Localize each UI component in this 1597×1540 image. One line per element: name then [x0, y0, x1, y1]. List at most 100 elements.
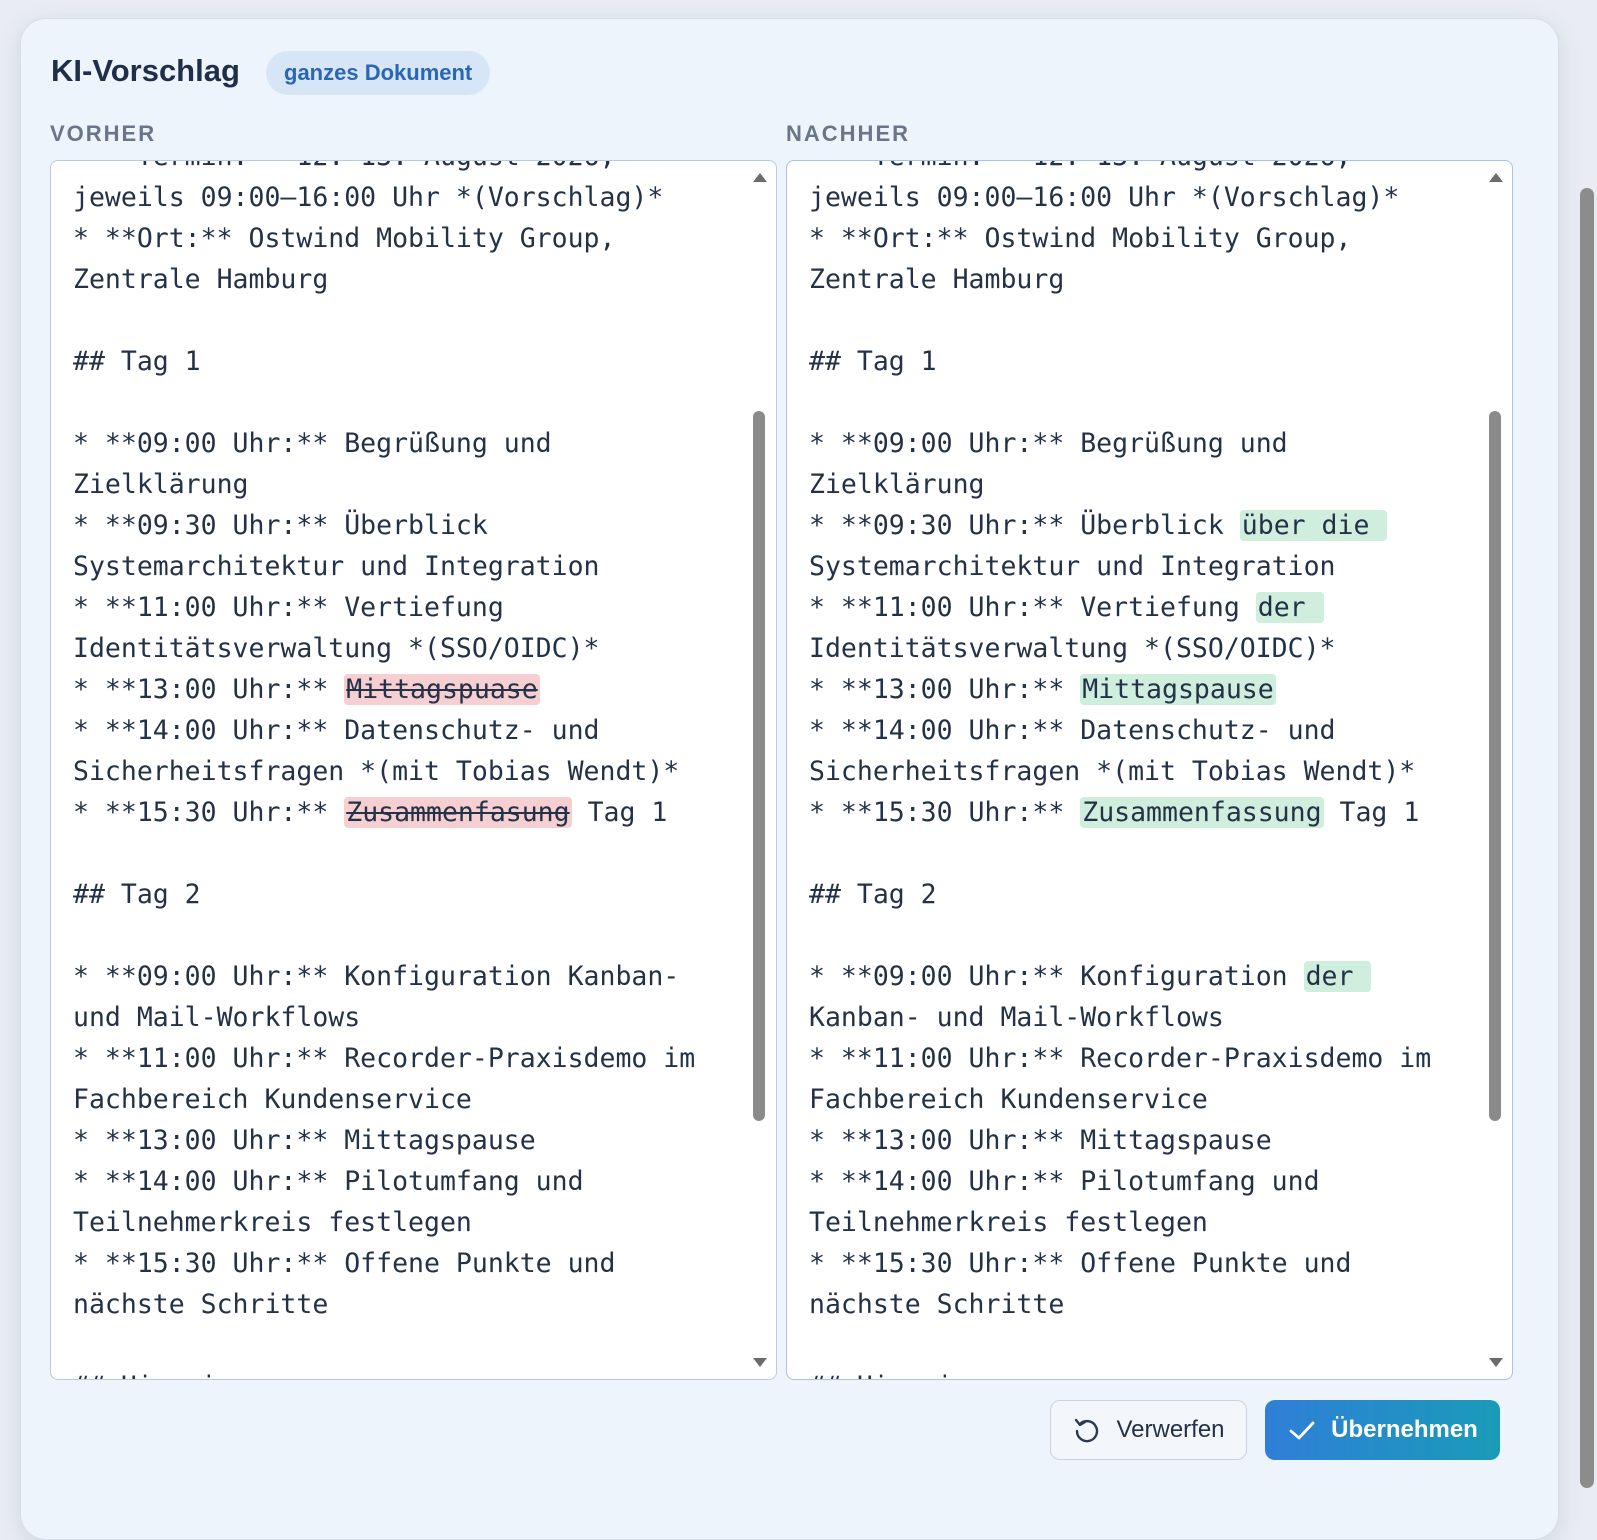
line-text: Sicherheitsfragen *(mit Tobias Wendt)* [809, 756, 1416, 787]
check-icon [1287, 1415, 1317, 1445]
line-text: Teilnehmerkreis festlegen [809, 1207, 1208, 1238]
text-line: ## Tag 1 [809, 341, 1470, 382]
line-text: ## Tag 2 [73, 879, 201, 910]
text-line: Teilnehmerkreis festlegen [809, 1202, 1470, 1243]
line-text: * **13:00 Uhr:** Mittagspause [73, 1125, 536, 1156]
line-text: und Mail-Workflows [73, 1002, 361, 1033]
text-line: * **11:00 Uhr:** Vertiefung der [809, 587, 1470, 628]
text-line: * **11:00 Uhr:** Recorder-Praxisdemo im [73, 1038, 734, 1079]
after-panel[interactable]: Termin: 12.–13. August 2026, jeweils 09:0… [786, 160, 1513, 1380]
line-text: Teilnehmerkreis festlegen [73, 1207, 472, 1238]
text-line: Sicherheitsfragen *(mit Tobias Wendt)* [73, 751, 734, 792]
text-line: * **09:00 Uhr:** Begrüßung und [73, 423, 734, 464]
discard-label: Verwerfen [1116, 1416, 1225, 1443]
text-line: * **13:00 Uhr:** Mittagspause [809, 1120, 1470, 1161]
scroll-up-arrow[interactable] [1489, 173, 1503, 182]
scroll-down-arrow[interactable] [1489, 1358, 1503, 1367]
line-text: * **09:00 Uhr:** Konfiguration Kanban- [73, 961, 680, 992]
line-text: * **15:30 Uhr:** Offene Punkte und [73, 1248, 616, 1279]
line-text: * **Ort:** Ostwind Mobility Group, [73, 223, 616, 254]
text-line: * **09:00 Uhr:** Konfiguration Kanban- [73, 956, 734, 997]
apply-label: Übernehmen [1331, 1416, 1478, 1443]
line-text: * **15:30 Uhr:** [73, 797, 345, 828]
line-text: * **15:30 Uhr:** Offene Punkte und [809, 1248, 1352, 1279]
text-line [809, 382, 1470, 423]
line-text: Sicherheitsfragen *(mit Tobias Wendt)* [73, 756, 680, 787]
inserted-text: der [1303, 961, 1372, 992]
text-line [73, 382, 734, 423]
line-text: * **14:00 Uhr:** Pilotumfang und [73, 1166, 584, 1197]
line-text: * **13:00 Uhr:** Mittagspause [809, 1125, 1272, 1156]
line-text: jeweils 09:00–16:00 Uhr *(Vorschlag)* [73, 182, 664, 213]
line-text: nächste Schritte [73, 1289, 329, 1320]
text-line [809, 833, 1470, 874]
text-line: * **15:30 Uhr:** Offene Punkte und [809, 1243, 1470, 1284]
line-text: Systemarchitektur und Integration [809, 551, 1336, 582]
inserted-text: Zusammenfassung [1080, 797, 1324, 828]
dialog-title: KI-Vorschlag [51, 53, 240, 88]
text-line: * **11:00 Uhr:** Recorder-Praxisdemo im [809, 1038, 1470, 1079]
line-text: * **11:00 Uhr:** Vertiefung [809, 592, 1256, 623]
text-line [809, 300, 1470, 341]
scrollbar-thumb[interactable] [753, 411, 765, 1121]
text-line: * **14:00 Uhr:** Pilotumfang und [73, 1161, 734, 1202]
inserted-text: der [1255, 592, 1324, 623]
text-line: * **Ort:** Ostwind Mobility Group, [809, 218, 1470, 259]
text-line: Zielklärung [73, 464, 734, 505]
line-text: Termin: 12.–13. August 2026, [809, 161, 1352, 172]
line-text: Kanban- und Mail-Workflows [809, 1002, 1224, 1033]
line-text: * **11:00 Uhr:** Recorder-Praxisdemo im [809, 1043, 1432, 1074]
line-text: ## Tag 1 [73, 346, 201, 377]
apply-button[interactable]: Übernehmen [1265, 1400, 1500, 1460]
text-line: * **15:30 Uhr:** Zusammenfassung Tag 1 [809, 792, 1470, 833]
text-line: ## Tag 2 [809, 874, 1470, 915]
text-line: * **13:00 Uhr:** Mittagspause [73, 1120, 734, 1161]
scroll-down-arrow[interactable] [753, 1358, 767, 1367]
line-text: Identitätsverwaltung *(SSO/OIDC)* [73, 633, 600, 664]
line-text: * **09:00 Uhr:** Konfiguration [809, 961, 1304, 992]
line-text: Tag 1 [1323, 797, 1420, 828]
ai-suggestion-dialog: KI-Vorschlag ganzes Dokument VORHER NACH… [20, 18, 1559, 1540]
line-text: Zielklärung [809, 469, 985, 500]
text-line: * **14:00 Uhr:** Datenschutz- und [73, 710, 734, 751]
line-text: * **15:30 Uhr:** [809, 797, 1081, 828]
line-text: Systemarchitektur und Integration [73, 551, 600, 582]
text-line [73, 300, 734, 341]
before-text: Termin: 12.–13. August 2026, jeweils 09:0… [73, 161, 734, 1379]
text-line: Zentrale Hamburg [73, 259, 734, 300]
line-text: * **11:00 Uhr:** Vertiefung [73, 592, 504, 623]
line-text: * **09:00 Uhr:** Begrüßung und [73, 428, 552, 459]
before-panel[interactable]: Termin: 12.–13. August 2026, jeweils 09:0… [50, 160, 777, 1380]
after-text: Termin: 12.–13. August 2026, jeweils 09:0… [809, 161, 1470, 1379]
text-line: * **Ort:** Ostwind Mobility Group, [73, 218, 734, 259]
text-line: Zielklärung [809, 464, 1470, 505]
text-line: * **11:00 Uhr:** Vertiefung [73, 587, 734, 628]
scroll-up-arrow[interactable] [753, 173, 767, 182]
text-line: Identitätsverwaltung *(SSO/OIDC)* [809, 628, 1470, 669]
text-line: Termin: 12.–13. August 2026, [809, 161, 1470, 177]
line-text: * **09:30 Uhr:** Überblick [73, 510, 488, 541]
text-line: ## Tag 2 [73, 874, 734, 915]
line-text: * **11:00 Uhr:** Recorder-Praxisdemo im [73, 1043, 696, 1074]
text-line: * **09:00 Uhr:** Begrüßung und [809, 423, 1470, 464]
discard-button[interactable]: Verwerfen [1050, 1400, 1247, 1460]
text-line: Zentrale Hamburg [809, 259, 1470, 300]
line-text: Zielklärung [73, 469, 249, 500]
line-text: nächste Schritte [809, 1289, 1065, 1320]
text-line: * **09:30 Uhr:** Überblick [73, 505, 734, 546]
text-line [73, 1325, 734, 1366]
scrollbar-thumb[interactable] [1489, 411, 1501, 1121]
text-line: Sicherheitsfragen *(mit Tobias Wendt)* [809, 751, 1470, 792]
text-line: Identitätsverwaltung *(SSO/OIDC)* [73, 628, 734, 669]
line-text: Fachbereich Kundenservice [73, 1084, 472, 1115]
line-text: ## Tag 2 [809, 879, 937, 910]
text-line: * **13:00 Uhr:** Mittagspause [809, 669, 1470, 710]
text-line: * **09:00 Uhr:** Konfiguration der [809, 956, 1470, 997]
line-text: * **14:00 Uhr:** Pilotumfang und [809, 1166, 1320, 1197]
line-text: * **Ort:** Ostwind Mobility Group, [809, 223, 1352, 254]
text-line: und Mail-Workflows [73, 997, 734, 1038]
dialog-scrollbar-thumb[interactable] [1580, 188, 1594, 1488]
deleted-text: Mittagspuase [344, 674, 540, 705]
line-text: * **09:30 Uhr:** Überblick [809, 510, 1240, 541]
text-line: * **15:30 Uhr:** Zusammenfasung Tag 1 [73, 792, 734, 833]
